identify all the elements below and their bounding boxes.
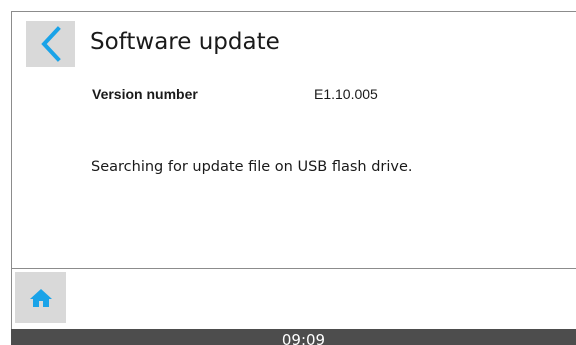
clock: 09:09 bbox=[281, 331, 326, 345]
version-number-label: Version number bbox=[92, 86, 198, 102]
home-button[interactable] bbox=[15, 272, 66, 323]
back-button[interactable] bbox=[26, 21, 75, 67]
update-status-message: Searching for update file on USB flash d… bbox=[91, 159, 413, 175]
footer-divider bbox=[11, 268, 576, 269]
chevron-left-icon bbox=[40, 26, 61, 62]
software-update-screen: Software update Version number E1.10.005… bbox=[0, 0, 576, 345]
home-icon bbox=[29, 288, 52, 307]
page-title: Software update bbox=[90, 29, 280, 55]
status-bar: 09:09 bbox=[11, 329, 576, 345]
version-number-value: E1.10.005 bbox=[314, 86, 378, 102]
